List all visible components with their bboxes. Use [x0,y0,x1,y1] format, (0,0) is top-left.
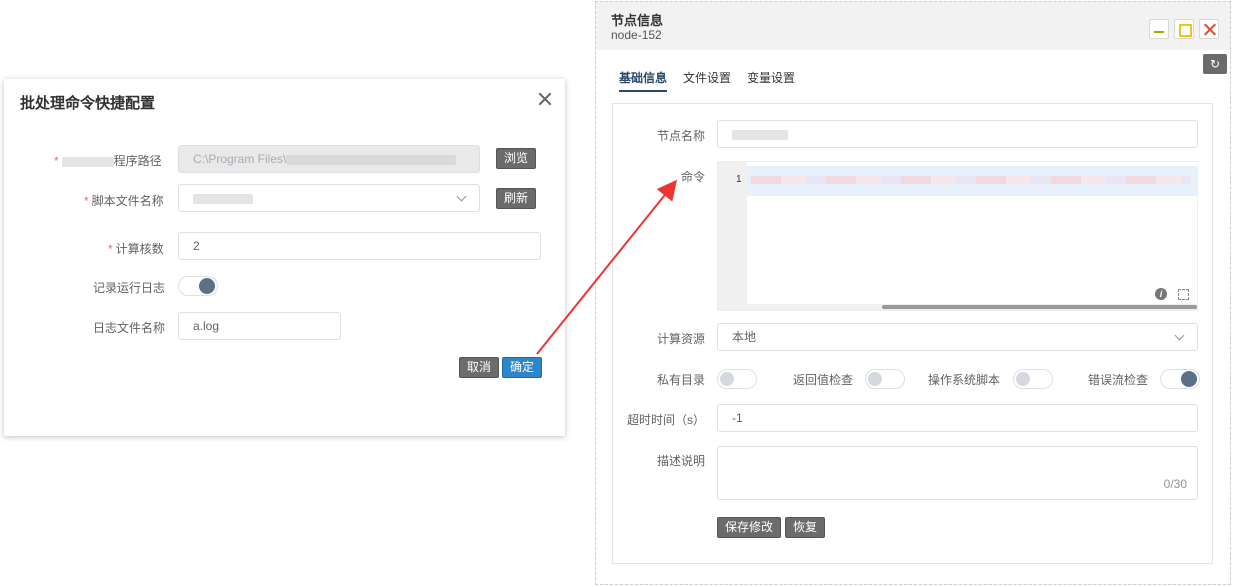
confirm-button[interactable]: 确定 [502,357,543,378]
error-check-label: 错误流检查 [1088,373,1149,387]
private-dir-label: 私有目录 [657,373,706,387]
toggle-knob [868,372,882,386]
os-script-toggle[interactable] [1013,369,1053,389]
browse-button[interactable]: 浏览 [496,148,537,169]
tab-variable-settings[interactable]: 变量设置 [747,69,795,86]
redacted-code [751,176,1191,184]
program-path-label: * 程序路径 [54,154,162,168]
logfile-input[interactable]: a.log [178,312,341,340]
tab-basic-info[interactable]: 基础信息 [619,69,668,92]
cores-input[interactable]: 2 [178,232,541,260]
log-toggle[interactable] [178,276,218,296]
command-editor[interactable]: 1 i [717,161,1198,311]
toggle-knob [720,372,734,386]
window-close-icon[interactable] [1199,19,1219,39]
cores-label: * 计算核数 [108,242,164,256]
log-label: 记录运行日志 [93,281,166,295]
toggle-knob [199,278,215,294]
tab-file-settings[interactable]: 文件设置 [683,69,731,86]
required-mark: * [84,194,89,208]
scrollbar-thumb[interactable] [882,305,1197,309]
os-script-label: 操作系统脚本 [928,373,1001,387]
return-check-label: 返回值检查 [793,373,854,387]
save-changes-button[interactable]: 保存修改 [717,517,782,538]
node-name-input[interactable] [717,120,1198,148]
toggle-knob [1181,371,1197,387]
description-label: 描述说明 [657,454,706,468]
line-number: 1 [736,174,742,185]
char-counter: 0/30 [1163,477,1187,491]
redacted-text [286,154,457,165]
panel-subtitle: node-152 [611,28,662,42]
error-check-toggle[interactable] [1160,369,1200,389]
compute-select[interactable]: 本地 [717,323,1198,351]
batch-command-dialog: 批处理命令快捷配置 * 程序路径 C:\Program Files\ 浏览 * 脚本… [4,79,565,436]
toggle-knob [1016,372,1030,386]
panel-title: 节点信息 [611,13,664,28]
fullscreen-icon[interactable] [1178,289,1189,300]
script-name-select[interactable] [178,184,480,212]
required-mark: * [54,154,59,168]
logfile-label: 日志文件名称 [93,321,166,335]
refresh-button[interactable]: 刷新 [496,188,537,209]
close-icon[interactable] [537,91,553,107]
dialog-title: 批处理命令快捷配置 [20,95,156,112]
redacted-text [61,156,114,167]
compute-label: 计算资源 [657,332,706,346]
editor-gutter [718,162,747,310]
timeout-input[interactable]: -1 [717,404,1198,432]
required-mark: * [108,242,113,256]
chevron-down-icon [1174,330,1185,341]
timeout-label: 超时时间（s） [627,413,706,427]
cancel-button[interactable]: 取消 [459,357,500,378]
editor-scrollbar[interactable] [747,304,1197,310]
redacted-text [193,193,253,204]
program-path-input[interactable]: C:\Program Files\ [178,145,480,173]
redacted-text [732,129,788,140]
description-textarea[interactable]: 0/30 [717,446,1198,500]
command-label: 命令 [681,170,706,184]
script-name-label: * 脚本文件名称 [84,194,164,208]
info-icon[interactable]: i [1155,288,1167,300]
maximize-icon[interactable] [1174,19,1194,39]
minimize-icon[interactable] [1149,19,1169,39]
refresh-icon[interactable]: ↻ [1203,54,1227,74]
return-check-toggle[interactable] [865,369,905,389]
node-name-label: 节点名称 [657,129,706,143]
private-dir-toggle[interactable] [717,369,757,389]
restore-button[interactable]: 恢复 [785,517,826,538]
chevron-down-icon [456,191,467,202]
